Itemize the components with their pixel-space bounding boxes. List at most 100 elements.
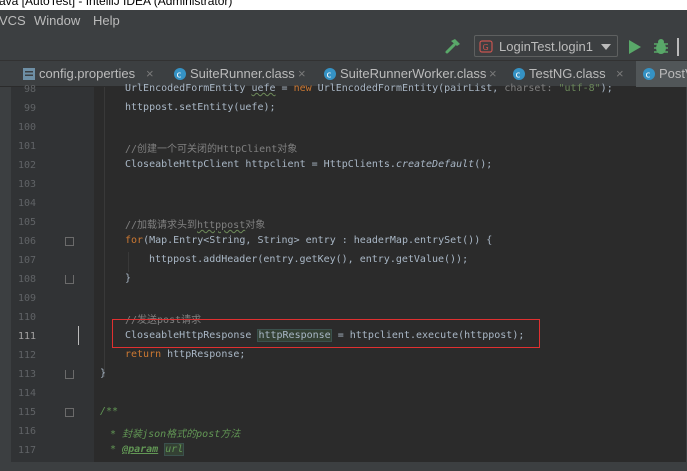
line-number: 107	[17, 255, 36, 266]
code-line-116: * 封装json格式的post方法	[104, 425, 240, 440]
fold-end-icon[interactable]	[65, 370, 74, 379]
menu-window[interactable]: Window	[34, 13, 80, 28]
text-caret	[78, 326, 79, 345]
code-line-105: //加载请求头到httppost对象	[125, 216, 265, 231]
code-token: );	[600, 83, 613, 94]
code-token: url	[164, 443, 185, 456]
code-keyword: return	[125, 349, 162, 360]
indent-guide	[128, 252, 129, 272]
code-token: CloseableHttpClient httpclient = HttpCli…	[125, 159, 396, 170]
fold-icon[interactable]	[65, 408, 74, 417]
line-number-current: 111	[17, 331, 36, 342]
left-tool-strip	[0, 61, 11, 471]
close-icon[interactable]: ×	[616, 66, 624, 81]
debug-icon[interactable]	[652, 38, 670, 56]
line-number: 102	[17, 160, 36, 171]
menu-bar: VCS Window Help	[0, 10, 687, 32]
class-file-icon: c	[643, 68, 655, 81]
line-number: 113	[17, 369, 36, 380]
code-line-107: httppost.addHeader(entry.getKey(), entry…	[149, 254, 469, 265]
code-token: *	[104, 444, 123, 455]
line-number: 104	[17, 198, 36, 209]
line-number: 101	[17, 141, 36, 152]
svg-text:c: c	[177, 71, 182, 81]
line-number: 117	[17, 445, 36, 456]
code-line-106: for(Map.Entry<String, String> entry : he…	[125, 235, 492, 246]
fold-end-icon[interactable]	[65, 275, 74, 284]
line-number: 105	[17, 217, 36, 228]
menu-vcs[interactable]: VCS	[0, 13, 26, 28]
indent-guide	[104, 87, 105, 377]
code-token: UrlEncodedFormEntity(pairList,	[311, 83, 505, 94]
code-token: (Map.Entry<String, String> entry : heade…	[143, 235, 493, 246]
line-number: 100	[17, 122, 36, 133]
code-line-101: //创建一个可关闭的HttpClient对象	[125, 144, 298, 155]
close-icon[interactable]: ×	[298, 66, 306, 81]
code-line-102: CloseableHttpClient httpclient = HttpCli…	[125, 159, 492, 170]
fold-icon[interactable]	[65, 237, 74, 246]
highlight-annotation-box	[112, 319, 540, 348]
chevron-down-icon[interactable]	[601, 44, 611, 50]
code-line-108: }	[125, 273, 132, 284]
tab-label: SuiteRunnerWorker.class	[340, 66, 487, 81]
line-number: 103	[17, 179, 36, 190]
code-line-117: * @param url	[104, 443, 185, 456]
code-token: post	[196, 429, 221, 440]
main-toolbar: G LoginTest.login1	[0, 32, 687, 61]
svg-text:c: c	[646, 71, 651, 81]
run-configuration-selector[interactable]: G LoginTest.login1	[474, 35, 618, 57]
code-token: json	[142, 429, 167, 440]
line-number: 114	[17, 388, 36, 399]
line-number: 106	[17, 236, 36, 247]
line-number: 108	[17, 274, 36, 285]
code-line-113: }	[100, 368, 107, 379]
class-file-icon: c	[324, 68, 336, 81]
doc-tag: @param	[122, 444, 159, 455]
run-icon[interactable]	[629, 40, 641, 54]
code-token: //加载请求头到	[125, 220, 198, 231]
properties-file-icon	[23, 68, 35, 80]
close-icon[interactable]: ×	[146, 66, 154, 81]
tab-label: TestNG.class	[529, 66, 606, 81]
parameter-hint: charset:	[504, 83, 553, 94]
code-keyword: new	[293, 83, 312, 94]
toolbar-more-icon[interactable]	[677, 38, 687, 56]
tab-label: PostV	[659, 66, 687, 81]
line-number: 115	[17, 407, 36, 418]
menu-help[interactable]: Help	[93, 13, 120, 28]
close-icon[interactable]: ×	[489, 66, 497, 81]
line-number: 112	[17, 350, 36, 361]
code-token: =	[275, 83, 294, 94]
code-token: * 封装	[104, 429, 143, 440]
line-number: 109	[17, 293, 36, 304]
run-config-icon: G	[479, 40, 493, 53]
code-token: uefe	[251, 83, 276, 94]
line-number: 116	[17, 426, 36, 437]
code-token: ();	[474, 159, 493, 170]
code-token: 格式的	[166, 429, 197, 440]
code-token: httpResponse;	[161, 349, 246, 360]
svg-text:c: c	[327, 71, 332, 81]
code-line-115: /**	[100, 406, 119, 417]
code-keyword: for	[125, 235, 144, 246]
tab-label: SuiteRunner.class	[190, 66, 295, 81]
svg-text:c: c	[516, 71, 521, 81]
code-line-98: UrlEncodedFormEntity uefe = new UrlEncod…	[125, 83, 613, 94]
code-line-112: return httpResponse;	[125, 349, 245, 360]
code-token: UrlEncodedFormEntity	[125, 83, 252, 94]
code-string: "utf-8"	[558, 83, 601, 94]
class-file-icon: c	[513, 68, 525, 81]
tab-label: config.properties	[39, 66, 136, 81]
line-number: 110	[17, 312, 36, 323]
line-number: 98	[23, 84, 36, 95]
code-token: httppost	[197, 220, 246, 231]
tab-postv[interactable]: c PostV	[636, 61, 687, 87]
hammer-icon[interactable]	[444, 37, 462, 55]
code-static-method: createDefault	[395, 159, 475, 170]
horizontal-scrollbar[interactable]	[11, 462, 687, 471]
code-token: 对象	[245, 220, 266, 231]
class-file-icon: c	[174, 68, 186, 81]
window-title-bar: ava [AutoTest] - IntelliJ IDEA (Administ…	[0, 0, 687, 10]
line-number: 99	[23, 103, 36, 114]
window-title: ava [AutoTest] - IntelliJ IDEA (Administ…	[0, 0, 233, 8]
